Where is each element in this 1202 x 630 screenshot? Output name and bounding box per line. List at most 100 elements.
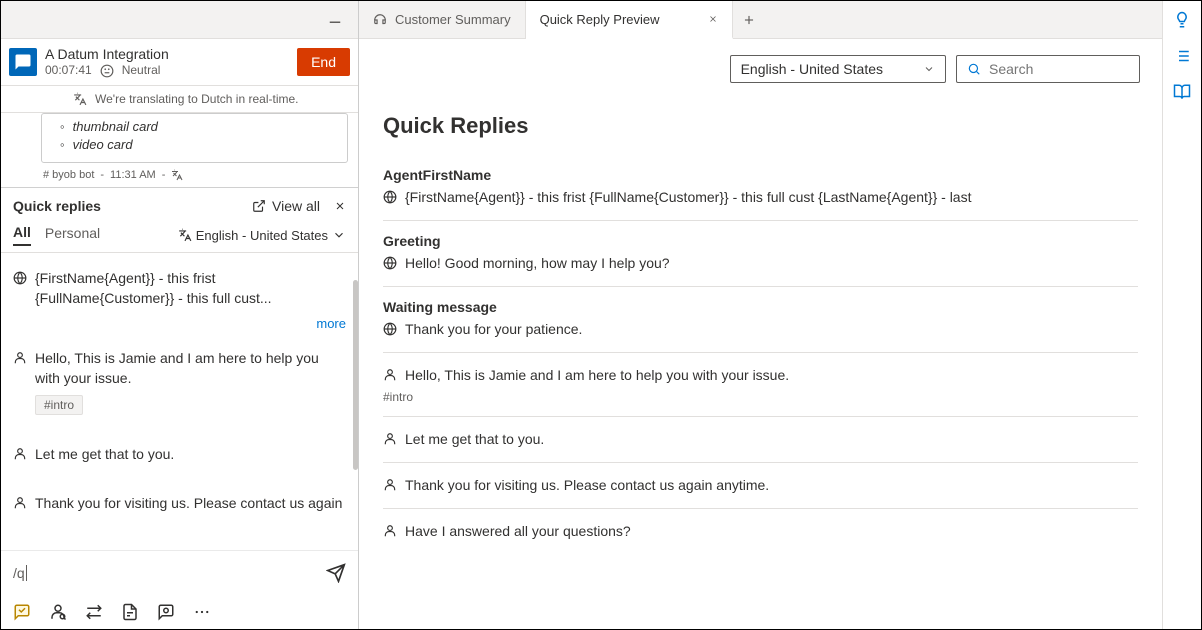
quick-reply-text: {FirstName{Agent}} - this frist {FullNam… — [35, 269, 346, 308]
meta-sep: - — [100, 169, 104, 181]
close-icon[interactable] — [334, 200, 346, 212]
reply-block: Hello, This is Jamie and I am here to he… — [383, 365, 1138, 404]
quick-reply-tool-icon[interactable] — [13, 603, 31, 621]
reply-text: Thank you for your patience. — [405, 319, 582, 340]
quick-replies-title: Quick replies — [13, 198, 101, 214]
translate-status: We're translating to Dutch in real-time. — [95, 92, 298, 106]
person-icon — [383, 368, 397, 382]
tab-customer-summary[interactable]: Customer Summary — [359, 1, 526, 39]
reply-label: Greeting — [383, 233, 1138, 249]
globe-icon — [383, 190, 397, 204]
tab-label: Quick Reply Preview — [540, 12, 660, 27]
view-all-button[interactable]: View all — [252, 198, 320, 214]
reply-block: Greeting Hello! Good morning, how may I … — [383, 233, 1138, 274]
session-sentiment: Neutral — [122, 63, 161, 79]
quick-replies-language-select[interactable]: English - United States — [178, 228, 346, 243]
chevron-down-icon — [332, 228, 346, 242]
language-select[interactable]: English - United States — [730, 55, 946, 83]
reply-text: Hello, This is Jamie and I am here to he… — [405, 365, 789, 386]
person-icon — [383, 478, 397, 492]
more-link[interactable]: more — [1, 316, 358, 341]
reply-block: AgentFirstName {FirstName{Agent}} - this… — [383, 167, 1138, 208]
quick-reply-tag: #intro — [35, 395, 83, 415]
quick-replies-list: {FirstName{Agent}} - this frist {FullNam… — [1, 253, 358, 550]
reply-block: Let me get that to you. — [383, 429, 1138, 450]
search-input[interactable] — [989, 61, 1129, 77]
quick-reply-item[interactable]: Let me get that to you. — [1, 437, 358, 473]
close-icon[interactable] — [708, 14, 718, 24]
right-rail — [1163, 1, 1201, 629]
chat-meta: # byob bot - 11:31 AM - — [43, 169, 346, 181]
quick-reply-text: Hello, This is Jamie and I am here to he… — [35, 349, 346, 388]
chat-session-icon — [9, 48, 37, 76]
reply-text: Thank you for visiting us. Please contac… — [405, 475, 769, 496]
view-all-label: View all — [272, 198, 320, 214]
chat-area: thumbnail card video card # byob bot - 1… — [1, 113, 358, 187]
reply-block: Thank you for visiting us. Please contac… — [383, 475, 1138, 496]
left-header — [1, 1, 358, 39]
reply-block: Have I answered all your questions? — [383, 521, 1138, 542]
send-icon[interactable] — [326, 563, 346, 583]
minimize-icon[interactable] — [326, 11, 344, 29]
new-tab-button[interactable] — [733, 13, 765, 27]
person-icon — [383, 432, 397, 446]
session-timer: 00:07:41 — [45, 63, 92, 79]
reply-tag: #intro — [383, 390, 1138, 404]
person-icon — [13, 351, 27, 365]
message-input-row: /q — [1, 550, 358, 595]
globe-icon — [13, 271, 27, 285]
session-title: A Datum Integration — [45, 45, 289, 63]
composer-toolbar — [1, 595, 358, 629]
qp-lang-label: English - United States — [196, 228, 328, 243]
chevron-down-icon — [923, 63, 935, 75]
session-bar: A Datum Integration 00:07:41 Neutral End — [1, 39, 358, 86]
bot-card: thumbnail card video card — [41, 113, 348, 163]
reply-label: Waiting message — [383, 299, 1138, 315]
person-icon — [383, 524, 397, 538]
meta-sep: - — [162, 169, 166, 181]
globe-icon — [383, 322, 397, 336]
reply-text: Have I answered all your questions? — [405, 521, 631, 542]
reply-text: {FirstName{Agent}} - this frist {FullNam… — [405, 187, 972, 208]
more-tool-icon[interactable] — [193, 603, 211, 621]
scrollbar-thumb[interactable] — [353, 280, 358, 470]
message-input[interactable]: /q — [13, 565, 27, 581]
lightbulb-icon[interactable] — [1173, 11, 1191, 29]
translate-icon — [171, 169, 183, 181]
open-icon — [252, 199, 266, 213]
tab-label: Customer Summary — [395, 12, 511, 27]
end-button[interactable]: End — [297, 48, 350, 76]
tab-all[interactable]: All — [13, 224, 31, 246]
tab-quick-reply-preview[interactable]: Quick Reply Preview — [526, 1, 733, 39]
meta-time: 11:31 AM — [110, 169, 156, 181]
meta-author: # byob bot — [43, 169, 94, 181]
quick-reply-item[interactable]: Thank you for visiting us. Please contac… — [1, 486, 358, 522]
consult-tool-icon[interactable] — [49, 603, 67, 621]
quick-replies-panel: Quick replies View all All Personal Engl… — [1, 187, 358, 550]
reply-text: Let me get that to you. — [405, 429, 544, 450]
translate-bar: We're translating to Dutch in real-time. — [1, 86, 358, 113]
headset-icon — [373, 13, 387, 27]
person-icon — [13, 496, 27, 510]
reply-text: Hello! Good morning, how may I help you? — [405, 253, 670, 274]
quick-reply-item[interactable]: {FirstName{Agent}} - this frist {FullNam… — [1, 261, 358, 316]
quick-reply-item[interactable]: Hello, This is Jamie and I am here to he… — [1, 341, 358, 422]
notes-tool-icon[interactable] — [121, 603, 139, 621]
translate-icon — [73, 92, 87, 106]
transfer-tool-icon[interactable] — [85, 603, 103, 621]
reply-label: AgentFirstName — [383, 167, 1138, 183]
tab-strip: Customer Summary Quick Reply Preview — [359, 1, 1162, 39]
quick-reply-text: Thank you for visiting us. Please contac… — [35, 494, 342, 514]
page-title: Quick Replies — [383, 113, 1138, 139]
card-item: video card — [60, 136, 333, 154]
knowledge-tool-icon[interactable] — [157, 603, 175, 621]
search-icon — [967, 62, 981, 76]
book-icon[interactable] — [1173, 83, 1191, 101]
card-item: thumbnail card — [60, 118, 333, 136]
agenda-icon[interactable] — [1173, 47, 1191, 65]
person-icon — [13, 447, 27, 461]
globe-icon — [383, 256, 397, 270]
tab-personal[interactable]: Personal — [45, 225, 100, 245]
search-box[interactable] — [956, 55, 1140, 83]
sentiment-neutral-icon — [100, 64, 114, 78]
